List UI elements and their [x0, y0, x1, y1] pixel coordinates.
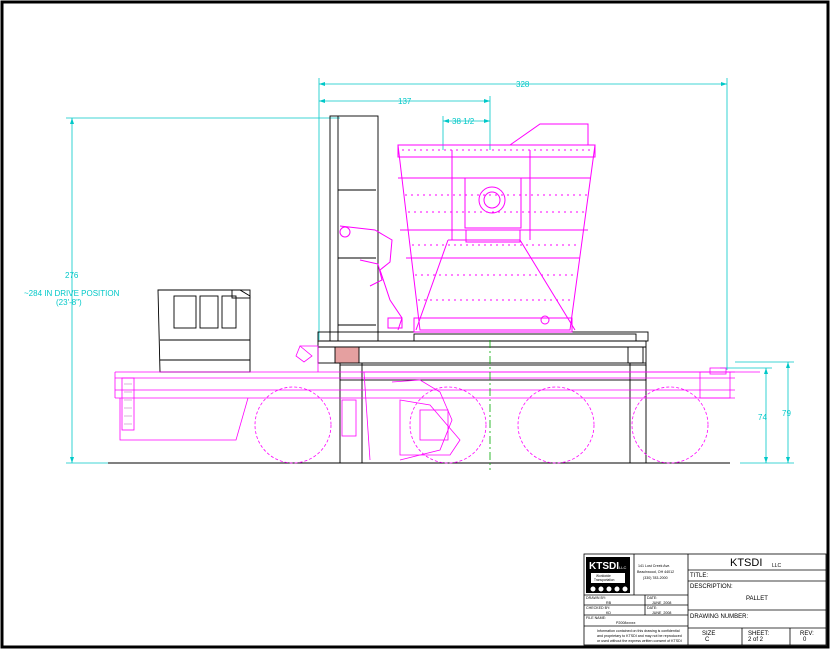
checked-by-label: CHECKED BY: — [586, 606, 610, 610]
dimension-arrows — [70, 82, 790, 463]
drawing-number-label: DRAWING NUMBER: — [690, 614, 748, 620]
dim-drive-position-feet: (23'-8") — [56, 298, 82, 307]
dim-drive-position: ~284 IN DRIVE POSITION — [24, 289, 120, 298]
disclaimer-line-1: Information contained on this drawing is… — [597, 629, 680, 633]
drawing-canvas: 328 137 38 1/2 276 ~284 IN DRIVE POSITIO… — [0, 0, 830, 649]
transport-vehicle — [108, 115, 730, 464]
drawn-by-value: RB — [606, 601, 612, 605]
platform-deck — [317, 340, 647, 364]
disclaimer-line-3: or used without the express written cons… — [597, 639, 682, 643]
logo-suffix: LLC — [619, 565, 626, 570]
sheet-value: 2 of 2 — [748, 637, 764, 643]
description-label: DESCRIPTION: — [690, 584, 733, 590]
rev-value: 0 — [803, 637, 807, 643]
title-label: TITLE: — [690, 573, 708, 579]
hopper-body — [397, 144, 596, 331]
dim-deck-height-b: 79 — [782, 409, 791, 418]
checked-by-value: KD — [606, 611, 611, 615]
access-panel — [464, 177, 522, 229]
dim-front-to-center: 137 — [398, 97, 412, 106]
company-name: KTSDI — [730, 557, 762, 569]
date-label-1: DATE: — [647, 596, 657, 600]
front-upright-frame — [329, 115, 379, 342]
size-value: C — [705, 637, 710, 643]
dim-center-offset: 38 1/2 — [452, 117, 475, 126]
date-value-2: JUNE_2008 — [652, 611, 671, 615]
drawing-border — [0, 0, 830, 649]
dim-overall-length: 328 — [516, 80, 530, 89]
company-suffix: LLC — [772, 563, 782, 569]
logo-text: KTSDI — [589, 561, 619, 572]
date-value-1: JUNE_2008 — [652, 601, 671, 605]
date-label-2: DATE: — [647, 606, 657, 610]
file-name-value: P2008xxxxx — [616, 621, 636, 625]
round-port — [478, 186, 506, 214]
disclaimer-line-2: and proprietary to KTSDI and may not be … — [597, 634, 682, 638]
carrier-undercarriage — [114, 345, 760, 464]
description-value: PALLET — [746, 596, 768, 602]
dim-overall-height: 276 — [65, 271, 79, 280]
company-logo: KTSDI LLC Worldwide Transportation — [586, 557, 630, 593]
drawn-by-label: DRAWN BY: — [586, 596, 606, 600]
address-line-2: Beachwood, OH 44012 — [637, 570, 674, 574]
logo-tagline-2: Transportation — [594, 578, 615, 582]
drawing-sheet: 328 137 38 1/2 276 ~284 IN DRIVE POSITIO… — [0, 0, 830, 649]
file-name-label: FILE NAME: — [586, 616, 606, 620]
address-line-3: (330) 783-2000 — [643, 576, 668, 580]
dim-deck-height-a: 74 — [758, 413, 767, 422]
address-line-1: 141 Lost Creek Ave. — [638, 564, 670, 568]
